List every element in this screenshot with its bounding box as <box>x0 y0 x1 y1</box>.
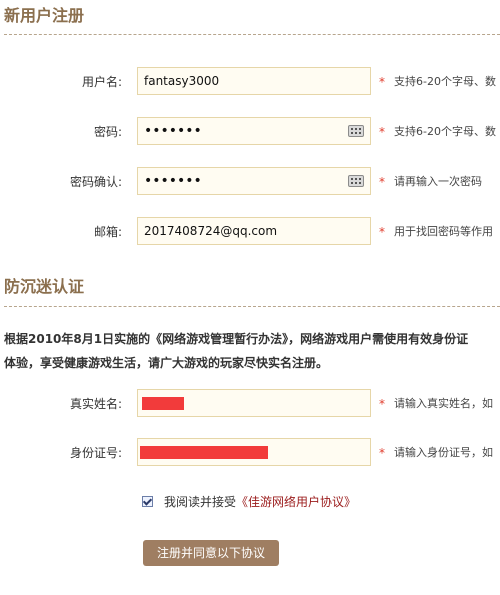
email-input[interactable]: 2017408724@qq.com <box>137 217 371 245</box>
username-input[interactable]: fantasy3000 <box>137 67 371 95</box>
id-number-input[interactable] <box>137 438 371 466</box>
username-label: 用户名: <box>81 75 122 89</box>
notice-line-2: 体验，享受健康游戏生活，请广大游戏的玩家尽快实名注册。 <box>4 356 329 370</box>
notice-line-1: 根据2010年8月1日实施的《网络游戏管理暂行办法》，网络游戏用户需使用有效身份… <box>4 332 469 346</box>
register-section-title: 新用户注册 <box>4 6 85 25</box>
required-mark: * <box>379 225 385 239</box>
email-row: 邮箱: 2017408724@qq.com * 用于找回密码等作用 <box>0 217 500 247</box>
password-input[interactable]: ••••••• <box>137 117 371 145</box>
register-submit-button[interactable]: 注册并同意以下协议 <box>143 540 279 566</box>
redacted-id-number <box>140 446 268 459</box>
keyboard-icon[interactable] <box>348 125 364 137</box>
username-value: fantasy3000 <box>144 74 220 88</box>
required-mark: * <box>379 397 385 411</box>
agreement-prefix: 我阅读并接受 <box>164 495 237 509</box>
username-hint: 支持6-20个字母、数 <box>394 75 496 88</box>
id-number-label: 身份证号: <box>69 446 122 460</box>
real-name-hint: 请输入真实姓名，如 <box>394 397 493 410</box>
agreement-text: 我阅读并接受《佳游网络用户协议》 <box>164 494 356 510</box>
password-confirm-row: 密码确认: ••••••• * 请再输入一次密码 <box>0 167 500 197</box>
id-number-row: 身份证号: * 请输入身份证号，如 <box>0 438 500 468</box>
email-value: 2017408724@qq.com <box>144 224 278 238</box>
verify-divider <box>4 306 500 307</box>
email-hint: 用于找回密码等作用 <box>394 225 493 238</box>
redacted-name <box>142 397 184 410</box>
password-confirm-value: ••••••• <box>144 173 202 189</box>
password-row: 密码: ••••••• * 支持6-20个字母、数 <box>0 117 500 147</box>
real-name-label: 真实姓名: <box>69 397 122 411</box>
email-label: 邮箱: <box>93 225 122 239</box>
real-name-input[interactable] <box>137 389 371 417</box>
verify-section-title: 防沉迷认证 <box>4 277 85 296</box>
password-confirm-input[interactable]: ••••••• <box>137 167 371 195</box>
required-mark: * <box>379 446 385 460</box>
password-label: 密码: <box>93 125 122 139</box>
password-confirm-hint: 请再输入一次密码 <box>394 175 482 188</box>
required-mark: * <box>379 75 385 89</box>
password-confirm-label: 密码确认: <box>69 175 122 189</box>
required-mark: * <box>379 175 385 189</box>
keyboard-icon[interactable] <box>348 175 364 187</box>
password-hint: 支持6-20个字母、数 <box>394 125 496 138</box>
id-number-hint: 请输入身份证号，如 <box>394 446 493 459</box>
agreement-checkbox[interactable] <box>142 496 153 507</box>
username-row: 用户名: fantasy3000 * 支持6-20个字母、数 <box>0 67 500 97</box>
required-mark: * <box>379 125 385 139</box>
real-name-row: 真实姓名: * 请输入真实姓名，如 <box>0 389 500 419</box>
password-value: ••••••• <box>144 123 202 139</box>
register-divider <box>4 34 500 35</box>
agreement-link[interactable]: 《佳游网络用户协议》 <box>236 495 356 509</box>
